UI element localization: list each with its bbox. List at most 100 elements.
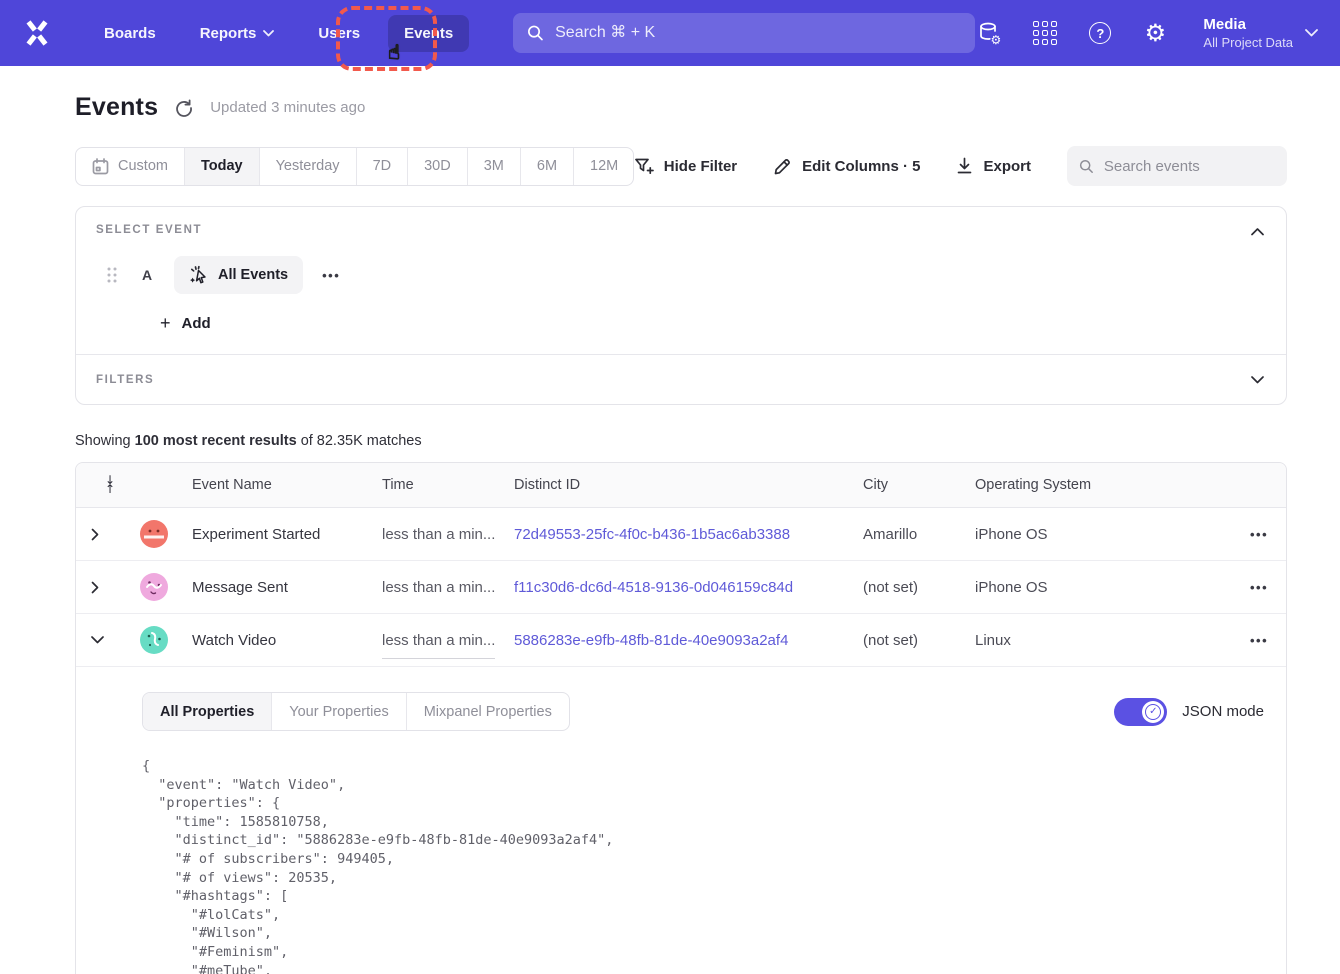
results-prefix: Showing: [75, 433, 131, 449]
event-row: A All Events •••: [96, 256, 1266, 294]
mixpanel-logo-icon[interactable]: [20, 16, 54, 50]
hide-filter-button[interactable]: Hide Filter: [634, 157, 737, 176]
row-more-button[interactable]: •••: [1250, 633, 1286, 648]
nav-item-boards[interactable]: Boards: [88, 15, 172, 52]
settings-gear-icon[interactable]: ⚙: [1142, 20, 1168, 46]
column-header-distinct-id[interactable]: Distinct ID: [514, 477, 863, 493]
hide-filter-label: Hide Filter: [664, 158, 737, 175]
collapse-row-chevron[interactable]: [91, 636, 132, 644]
column-header-os[interactable]: Operating System: [975, 477, 1190, 493]
event-pill-label: All Events: [218, 267, 288, 283]
tab-all-properties[interactable]: All Properties: [143, 693, 271, 730]
export-label: Export: [983, 158, 1031, 175]
chevron-down-icon: [263, 30, 274, 37]
search-events-box[interactable]: [1067, 146, 1287, 186]
select-event-section: SELECT EVENT A: [76, 207, 1286, 354]
select-event-label: SELECT EVENT: [96, 224, 1266, 236]
date-option-label: Today: [201, 158, 243, 174]
add-event-button[interactable]: + Add: [160, 314, 1266, 332]
chevron-down-icon: [1305, 29, 1318, 37]
time-cell: less than a min...: [382, 526, 514, 543]
nav-item-label: Reports: [200, 25, 257, 42]
events-page: Boards Reports Users Events ⚙: [0, 0, 1340, 974]
title-row: Events Updated 3 minutes ago: [75, 93, 1287, 122]
collapse-section-button[interactable]: [1251, 223, 1264, 241]
nav-item-reports[interactable]: Reports: [184, 15, 291, 52]
filters-label: FILTERS: [96, 374, 154, 386]
json-mode-toggle[interactable]: ✓: [1114, 698, 1167, 726]
column-header-time[interactable]: Time: [382, 477, 514, 493]
nav-item-label: Events: [404, 25, 453, 42]
results-summary: Showing 100 most recent results of 82.35…: [75, 433, 1287, 449]
nav-item-label: Users: [318, 25, 360, 42]
column-header-event-name[interactable]: Event Name: [192, 477, 382, 493]
expand-row-chevron[interactable]: [91, 581, 132, 594]
gear-glyph: ⚙: [1145, 21, 1167, 45]
json-mode-label: JSON mode: [1182, 703, 1264, 720]
page-title: Events: [75, 93, 158, 122]
date-option-label: Yesterday: [276, 158, 340, 174]
row-more-button[interactable]: •••: [1250, 580, 1286, 595]
export-button[interactable]: Export: [956, 157, 1031, 175]
tab-mixpanel-properties[interactable]: Mixpanel Properties: [406, 693, 569, 730]
date-option-label: 6M: [537, 158, 557, 174]
event-more-button[interactable]: •••: [322, 268, 340, 283]
time-cell: less than a min...: [382, 579, 514, 596]
event-selector-pill[interactable]: All Events: [174, 256, 303, 294]
pencil-icon: [773, 157, 792, 176]
date-option-12m[interactable]: 12M: [573, 148, 634, 185]
filters-section[interactable]: FILTERS: [76, 355, 1286, 404]
date-option-custom[interactable]: Custom: [76, 148, 184, 185]
help-glyph: ?: [1089, 22, 1111, 44]
date-option-label: 30D: [424, 158, 451, 174]
drag-handle-icon[interactable]: [106, 266, 120, 284]
event-name-cell: Message Sent: [192, 579, 382, 596]
date-option-7d[interactable]: 7D: [356, 148, 408, 185]
column-header-city[interactable]: City: [863, 477, 975, 493]
nav-right-group: ⚙ ? ⚙ Media All Project Data: [977, 15, 1318, 51]
global-search[interactable]: [513, 13, 975, 53]
date-option-30d[interactable]: 30D: [407, 148, 467, 185]
distinct-id-link[interactable]: f11c30d6-dc6d-4518-9136-0d046159c84d: [514, 579, 863, 596]
edit-columns-button[interactable]: Edit Columns · 5: [773, 157, 920, 176]
svg-text:⚙: ⚙: [991, 33, 1002, 46]
apps-grid-icon[interactable]: [1032, 20, 1058, 46]
project-selector[interactable]: Media All Project Data: [1203, 15, 1318, 51]
nav-item-events[interactable]: Events: [388, 15, 469, 52]
search-icon: [527, 24, 544, 42]
row-more-button[interactable]: •••: [1250, 527, 1286, 542]
global-search-input[interactable]: [555, 24, 961, 42]
event-name-cell: Experiment Started: [192, 526, 382, 543]
project-name: Media: [1203, 15, 1293, 34]
controls-row: Custom Today Yesterday 7D 30D 3M 6M 12M: [75, 146, 1287, 186]
os-cell: Linux: [975, 632, 1190, 649]
search-events-input[interactable]: [1104, 158, 1275, 175]
date-option-3m[interactable]: 3M: [467, 148, 520, 185]
date-option-6m[interactable]: 6M: [520, 148, 573, 185]
data-management-icon[interactable]: ⚙: [977, 20, 1003, 46]
time-cell: less than a min...: [382, 632, 514, 649]
tab-your-properties[interactable]: Your Properties: [271, 693, 405, 730]
help-icon[interactable]: ?: [1087, 20, 1113, 46]
project-scope: All Project Data: [1203, 34, 1293, 51]
expand-row-chevron[interactable]: [91, 528, 132, 541]
table-row: Experiment Started less than a min... 72…: [76, 508, 1286, 561]
nav-item-users[interactable]: Users: [302, 15, 376, 52]
refresh-icon[interactable]: [174, 98, 194, 118]
toggle-knob: ✓: [1142, 701, 1164, 723]
date-option-label: 12M: [590, 158, 618, 174]
city-cell: (not set): [863, 579, 975, 596]
date-option-label: 7D: [373, 158, 392, 174]
date-option-today[interactable]: Today: [184, 148, 259, 185]
date-option-yesterday[interactable]: Yesterday: [259, 148, 356, 185]
table-row: Message Sent less than a min... f11c30d6…: [76, 561, 1286, 614]
event-json-view: { "event": "Watch Video", "properties": …: [142, 757, 1264, 974]
distinct-id-link[interactable]: 5886283e-e9fb-48fb-81de-40e9093a2af4: [514, 632, 863, 649]
download-icon: [956, 157, 973, 175]
edit-columns-label: Edit Columns · 5: [802, 158, 920, 175]
city-cell: (not set): [863, 632, 975, 649]
plus-icon: +: [160, 314, 171, 332]
distinct-id-link[interactable]: 72d49553-25fc-4f0c-b436-1b5ac6ab3388: [514, 526, 863, 543]
collapse-all-icon[interactable]: ↓ ↑: [88, 476, 132, 494]
avatar: [140, 626, 168, 654]
